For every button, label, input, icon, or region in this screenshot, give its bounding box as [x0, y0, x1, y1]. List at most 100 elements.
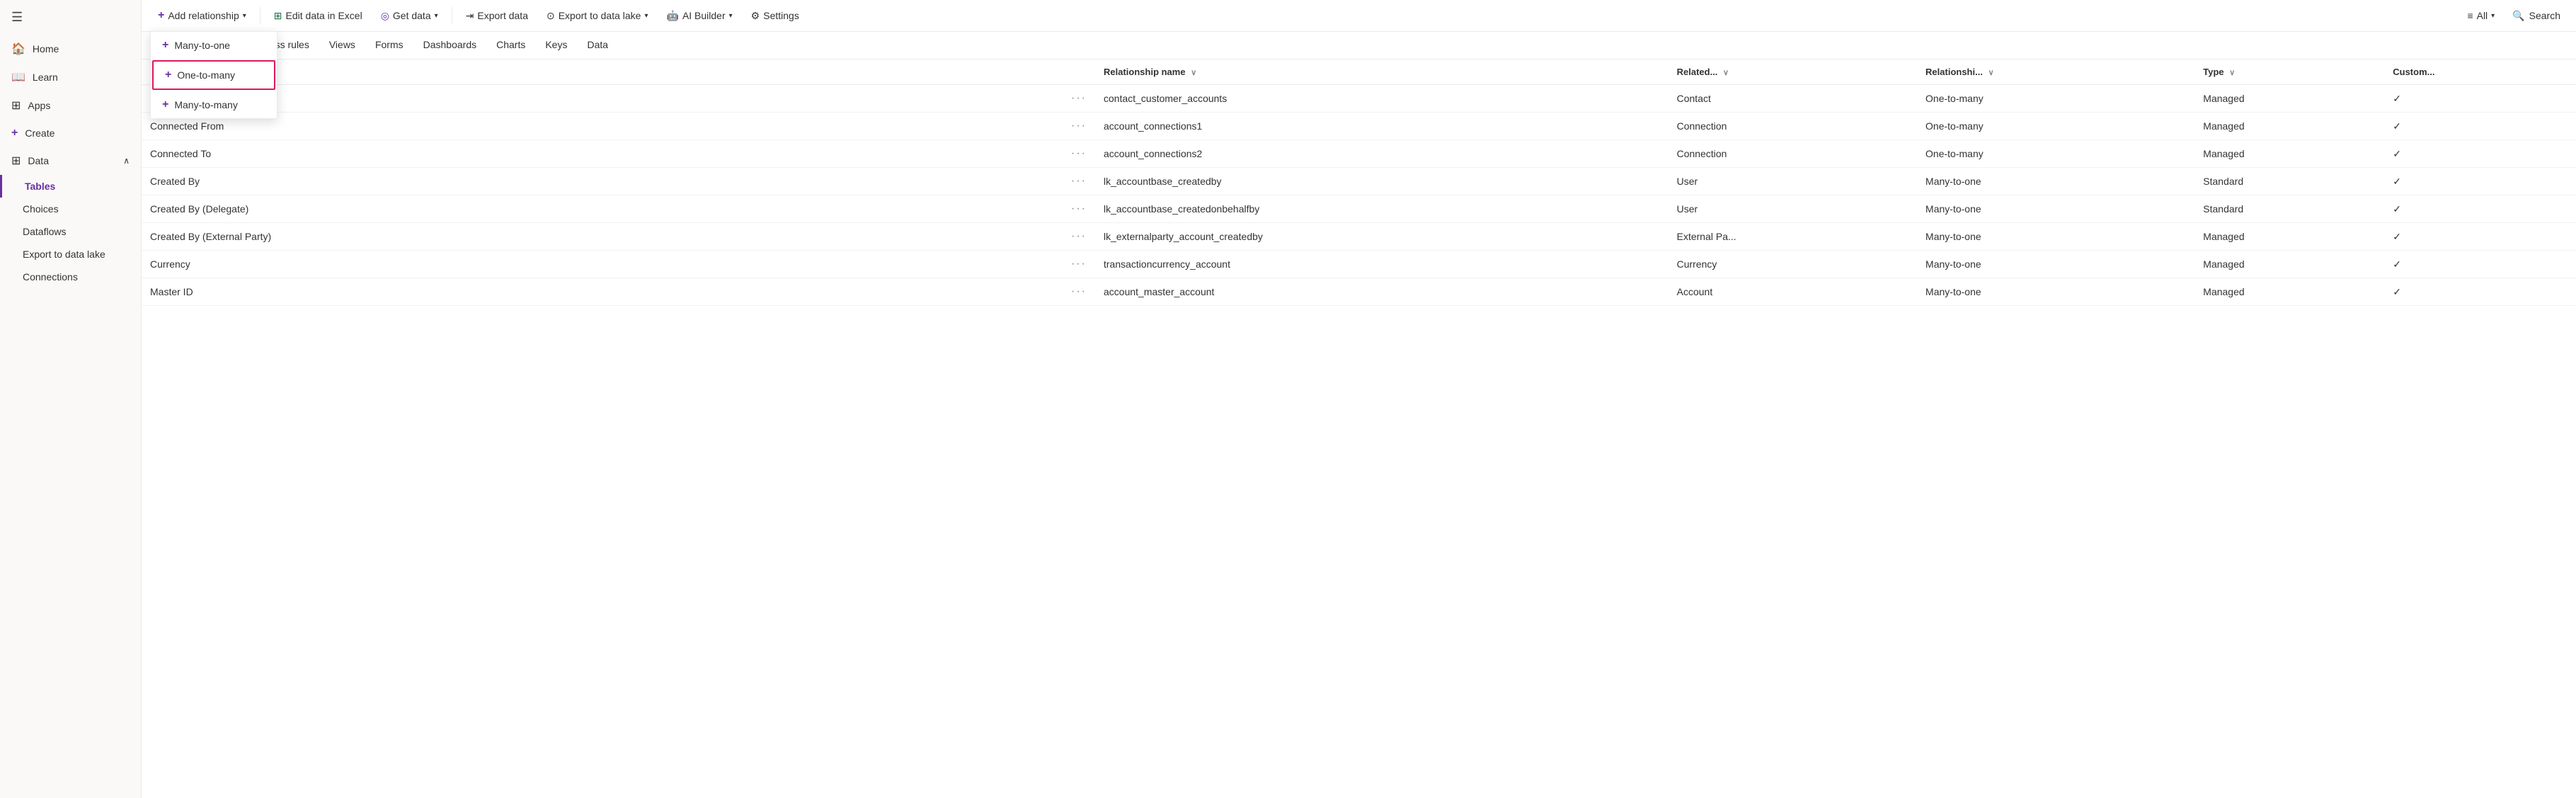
export-data-lake-button[interactable]: ⊙ Export to data lake ▾ [539, 5, 656, 27]
add-relationship-plus-icon: + [158, 9, 164, 22]
cell-relationship-type: One-to-many [1917, 85, 2194, 113]
sidebar-home-label: Home [33, 43, 59, 55]
add-relationship-chevron-icon: ▾ [243, 12, 246, 20]
search-button[interactable]: 🔍 Search [2505, 6, 2568, 25]
sidebar-sub-connections[interactable]: Connections [0, 266, 141, 288]
cell-related: User [1668, 195, 1917, 223]
one-to-many-plus-icon: + [165, 69, 171, 81]
tab-views[interactable]: Views [319, 32, 365, 59]
sidebar-sub-dataflows[interactable]: Dataflows [0, 220, 141, 243]
col-display-name[interactable]: Display name ↑ ∨ [142, 59, 1063, 85]
cell-row-dots[interactable]: ··· [1063, 140, 1095, 168]
cell-row-dots[interactable]: ··· [1063, 278, 1095, 306]
get-data-button[interactable]: ◎ Get data ▾ [373, 5, 446, 27]
cell-display-name: Company Name [142, 85, 1063, 113]
one-to-many-label: One-to-many [177, 69, 235, 81]
cell-row-dots[interactable]: ··· [1063, 168, 1095, 195]
col-type[interactable]: Type ∨ [2194, 59, 2384, 85]
sidebar-item-data[interactable]: ⊞ Data ∧ [0, 147, 141, 175]
cell-related: Contact [1668, 85, 1917, 113]
cell-row-dots[interactable]: ··· [1063, 251, 1095, 278]
sidebar-item-create[interactable]: + Create [0, 120, 141, 147]
cell-type: Managed [2194, 85, 2384, 113]
settings-icon: ⚙ [751, 10, 760, 22]
sidebar: ☰ 🏠 Home 📖 Learn ⊞ Apps + Create ⊞ Data … [0, 0, 142, 798]
many-to-many-option[interactable]: + Many-to-many [151, 91, 277, 118]
cell-row-dots[interactable]: ··· [1063, 223, 1095, 251]
cell-related: Connection [1668, 113, 1917, 140]
ai-builder-button[interactable]: 🤖 AI Builder ▾ [659, 5, 740, 27]
cell-custom: ✓ [2384, 168, 2576, 195]
sidebar-item-learn[interactable]: 📖 Learn [0, 63, 141, 91]
tab-data[interactable]: Data [577, 32, 618, 59]
many-to-one-option[interactable]: + Many-to-one [151, 32, 277, 59]
data-expand-icon: ∧ [123, 156, 130, 166]
col-relationship-type[interactable]: Relationshi... ∨ [1917, 59, 2194, 85]
search-label: Search [2529, 10, 2560, 21]
settings-button[interactable]: ⚙ Settings [743, 5, 807, 27]
home-icon: 🏠 [11, 42, 25, 56]
sidebar-sub-choices[interactable]: Choices [0, 198, 141, 220]
cell-custom: ✓ [2384, 223, 2576, 251]
cell-relationship-name: lk_accountbase_createdby [1095, 168, 1668, 195]
cell-custom: ✓ [2384, 85, 2576, 113]
export-data-label: Export data [477, 10, 528, 21]
relationships-table: Display name ↑ ∨ Relationship name ∨ Rel… [142, 59, 2576, 306]
cell-type: Managed [2194, 223, 2384, 251]
table-row: Created By (External Party) ··· lk_exter… [142, 223, 2576, 251]
cell-display-name: Connected From [142, 113, 1063, 140]
tab-forms[interactable]: Forms [365, 32, 413, 59]
all-filter-button[interactable]: ≡ All ▾ [2459, 5, 2502, 26]
one-to-many-option[interactable]: + One-to-many [152, 60, 275, 90]
toolbar: + Add relationship ▾ + Many-to-one + One… [142, 0, 2576, 32]
cell-relationship-name: account_connections1 [1095, 113, 1668, 140]
learn-icon: 📖 [11, 70, 25, 84]
filter-lines-icon: ≡ [2467, 10, 2473, 21]
rel-name-sort-icon: ∨ [1191, 69, 1196, 77]
tab-dashboards[interactable]: Dashboards [413, 32, 487, 59]
export-lake-chevron-icon: ▾ [644, 12, 648, 20]
export-data-button[interactable]: ⇥ Export data [458, 5, 536, 27]
sidebar-sub-tables[interactable]: Tables [0, 175, 141, 198]
cell-display-name: Created By (External Party) [142, 223, 1063, 251]
cell-type: Managed [2194, 278, 2384, 306]
cell-relationship-name: contact_customer_accounts [1095, 85, 1668, 113]
tab-keys[interactable]: Keys [535, 32, 577, 59]
cell-relationship-type: Many-to-one [1917, 278, 2194, 306]
sidebar-item-apps[interactable]: ⊞ Apps [0, 91, 141, 120]
hamburger-icon[interactable]: ☰ [0, 0, 141, 35]
tab-charts[interactable]: Charts [486, 32, 535, 59]
edit-excel-icon: ⊞ [274, 10, 282, 22]
export-data-lake-label: Export to data lake [559, 10, 641, 21]
table-row: Master ID ··· account_master_account Acc… [142, 278, 2576, 306]
add-relationship-button[interactable]: + Add relationship ▾ [150, 4, 254, 27]
table-row: Created By ··· lk_accountbase_createdby … [142, 168, 2576, 195]
sidebar-item-home[interactable]: 🏠 Home [0, 35, 141, 63]
settings-label: Settings [763, 10, 799, 21]
create-icon: + [11, 127, 18, 139]
relationship-dropdown-menu: + Many-to-one + One-to-many + Many-to-ma… [150, 31, 277, 119]
get-data-icon: ◎ [381, 10, 389, 22]
col-relationship-name[interactable]: Relationship name ∨ [1095, 59, 1668, 85]
col-dots [1063, 59, 1095, 85]
col-custom[interactable]: Custom... [2384, 59, 2576, 85]
cell-row-dots[interactable]: ··· [1063, 195, 1095, 223]
ai-builder-label: AI Builder [682, 10, 726, 21]
cell-display-name: Created By [142, 168, 1063, 195]
get-data-chevron-icon: ▾ [435, 12, 438, 20]
all-label: All [2477, 10, 2488, 21]
cell-relationship-type: One-to-many [1917, 113, 2194, 140]
cell-related: Currency [1668, 251, 1917, 278]
sidebar-learn-label: Learn [33, 72, 58, 83]
cell-custom: ✓ [2384, 278, 2576, 306]
related-sort-icon: ∨ [1723, 69, 1729, 77]
sidebar-apps-label: Apps [28, 100, 50, 111]
cell-row-dots[interactable]: ··· [1063, 113, 1095, 140]
edit-excel-button[interactable]: ⊞ Edit data in Excel [266, 5, 370, 27]
sidebar-sub-export-data-lake[interactable]: Export to data lake [0, 243, 141, 266]
cell-row-dots[interactable]: ··· [1063, 85, 1095, 113]
cell-display-name: Currency [142, 251, 1063, 278]
ai-builder-chevron-icon: ▾ [729, 12, 733, 20]
cell-relationship-name: transactioncurrency_account [1095, 251, 1668, 278]
col-related[interactable]: Related... ∨ [1668, 59, 1917, 85]
